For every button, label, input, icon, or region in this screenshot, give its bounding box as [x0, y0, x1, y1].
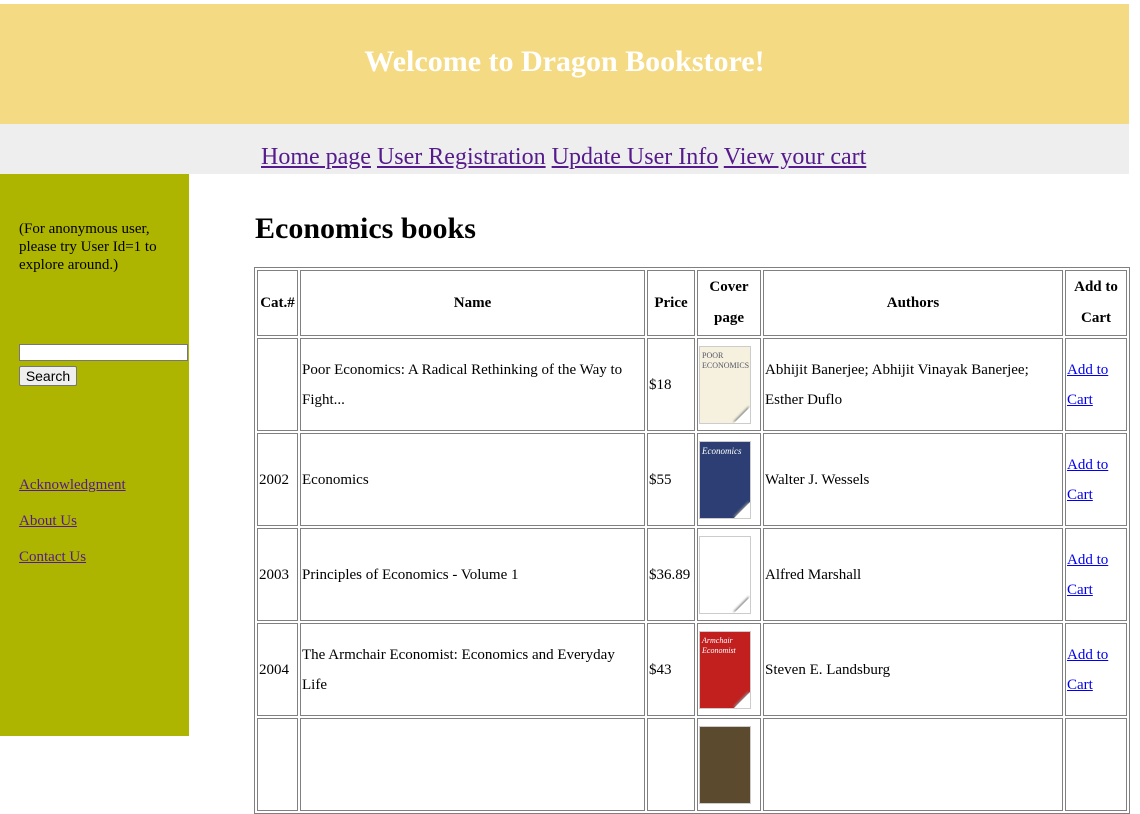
authors-cell: Walter J. Wessels [763, 433, 1063, 526]
table-row: 2002 Economics $55 Economics Walter J. W… [257, 433, 1127, 526]
name-cell: Principles of Economics - Volume 1 [300, 528, 645, 621]
cart-cell: Add to Cart [1065, 433, 1127, 526]
cover-title-text: Economics [702, 445, 742, 456]
search-button[interactable]: Search [19, 366, 77, 386]
authors-cell [763, 718, 1063, 811]
cat-cell: 2003 [257, 528, 298, 621]
acknowledgment-link[interactable]: Acknowledgment [19, 476, 126, 512]
authors-cell: Abhijit Banerjee; Abhijit Vinayak Banerj… [763, 338, 1063, 431]
sidebar-links: Acknowledgment About Us Contact Us [19, 476, 126, 584]
cover-cell: Economics [697, 433, 761, 526]
book-cover-image[interactable]: POOR ECONOMICS [699, 345, 751, 424]
col-header-cart: Add to Cart [1065, 270, 1127, 336]
contact-us-link[interactable]: Contact Us [19, 548, 126, 584]
sidebar: (For anonymous user, please try User Id=… [0, 174, 189, 736]
col-header-name: Name [300, 270, 645, 336]
price-cell [647, 718, 695, 811]
site-title: Welcome to Dragon Bookstore! [364, 45, 765, 78]
book-cover-image[interactable] [699, 535, 751, 614]
book-cover-image[interactable]: Economics [699, 440, 751, 519]
col-header-authors: Authors [763, 270, 1063, 336]
name-cell: Poor Economics: A Radical Rethinking of … [300, 338, 645, 431]
table-row: 2004 The Armchair Economist: Economics a… [257, 623, 1127, 716]
nav-view-cart-link[interactable]: View your cart [724, 144, 867, 170]
site-header: Welcome to Dragon Bookstore! [0, 4, 1129, 124]
price-cell: $36.89 [647, 528, 695, 621]
table-row: Poor Economics: A Radical Rethinking of … [257, 338, 1127, 431]
table-row [257, 718, 1127, 811]
cover-cell: POOR ECONOMICS [697, 338, 761, 431]
table-row: 2003 Principles of Economics - Volume 1 … [257, 528, 1127, 621]
search-input[interactable] [19, 344, 188, 361]
book-cover-image[interactable] [699, 725, 751, 804]
cart-cell: Add to Cart [1065, 528, 1127, 621]
col-header-cover: Cover page [697, 270, 761, 336]
cat-cell: 2002 [257, 433, 298, 526]
name-cell: Economics [300, 433, 645, 526]
cover-title-text: Armchair Economist [702, 635, 736, 655]
top-nav: Home page User Registration Update User … [0, 124, 1129, 174]
name-cell [300, 718, 645, 811]
nav-update-user-info-link[interactable]: Update User Info [552, 144, 719, 170]
cat-cell [257, 338, 298, 431]
anonymous-user-note: (For anonymous user, please try User Id=… [19, 221, 157, 273]
cart-cell: Add to Cart [1065, 338, 1127, 431]
nav-home-link[interactable]: Home page [261, 144, 371, 170]
cover-cell [697, 528, 761, 621]
cover-cell: Armchair Economist [697, 623, 761, 716]
cart-cell: Add to Cart [1065, 623, 1127, 716]
about-us-link[interactable]: About Us [19, 512, 126, 548]
add-to-cart-link[interactable]: Add to Cart [1067, 647, 1108, 693]
nav-user-registration-link[interactable]: User Registration [377, 144, 546, 170]
name-cell: The Armchair Economist: Economics and Ev… [300, 623, 645, 716]
page-title: Economics books [255, 212, 476, 245]
cover-title-text: POOR ECONOMICS [702, 350, 750, 370]
cat-cell: 2004 [257, 623, 298, 716]
price-cell: $18 [647, 338, 695, 431]
col-header-price: Price [647, 270, 695, 336]
books-table: Cat.# Name Price Cover page Authors Add … [254, 267, 1130, 814]
add-to-cart-link[interactable]: Add to Cart [1067, 457, 1108, 503]
price-cell: $43 [647, 623, 695, 716]
price-cell: $55 [647, 433, 695, 526]
cat-cell [257, 718, 298, 811]
table-header-row: Cat.# Name Price Cover page Authors Add … [257, 270, 1127, 336]
authors-cell: Steven E. Landsburg [763, 623, 1063, 716]
cart-cell [1065, 718, 1127, 811]
authors-cell: Alfred Marshall [763, 528, 1063, 621]
add-to-cart-link[interactable]: Add to Cart [1067, 362, 1108, 408]
col-header-cat: Cat.# [257, 270, 298, 336]
book-cover-image[interactable]: Armchair Economist [699, 630, 751, 709]
add-to-cart-link[interactable]: Add to Cart [1067, 552, 1108, 598]
cover-cell [697, 718, 761, 811]
